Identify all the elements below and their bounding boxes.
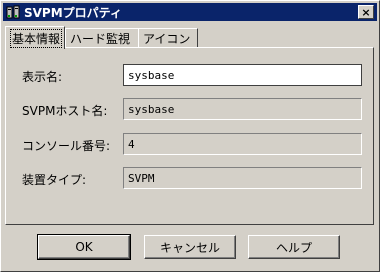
tab-basic-info[interactable]: 基本情報 xyxy=(5,26,65,49)
close-button[interactable]: × xyxy=(358,5,374,19)
device-type-label: 装置タイプ: xyxy=(22,173,87,187)
display-name-label: 表示名: xyxy=(22,70,63,84)
device-type-field: SVPM xyxy=(123,167,362,189)
ok-button[interactable]: OK xyxy=(37,234,131,260)
console-number-label: コンソール番号: xyxy=(22,139,111,153)
tab-label: アイコン xyxy=(143,31,191,46)
properties-dialog: SVPMプロパティ × 基本情報 ハード監視 アイコン 表示名: sysbase… xyxy=(0,0,380,272)
display-name-input[interactable]: sysbase xyxy=(123,64,362,86)
tab-icon[interactable]: アイコン xyxy=(138,28,198,47)
tab-label: ハード監視 xyxy=(70,31,131,46)
server-app-icon xyxy=(6,5,20,19)
tab-label: 基本情報 xyxy=(10,28,63,48)
cancel-button[interactable]: キャンセル xyxy=(144,235,236,259)
svpm-host-label: SVPMホスト名: xyxy=(22,104,108,118)
console-number-field: 4 xyxy=(123,133,362,155)
svpm-host-field: sysbase xyxy=(123,98,362,120)
help-button[interactable]: ヘルプ xyxy=(248,235,340,259)
title-bar[interactable]: SVPMプロパティ × xyxy=(3,3,377,21)
tab-hardware-monitor[interactable]: ハード監視 xyxy=(65,28,139,47)
tab-panel: 表示名: sysbase SVPMホスト名: sysbase コンソール番号: … xyxy=(5,47,374,225)
window-title: SVPMプロパティ xyxy=(24,5,122,20)
